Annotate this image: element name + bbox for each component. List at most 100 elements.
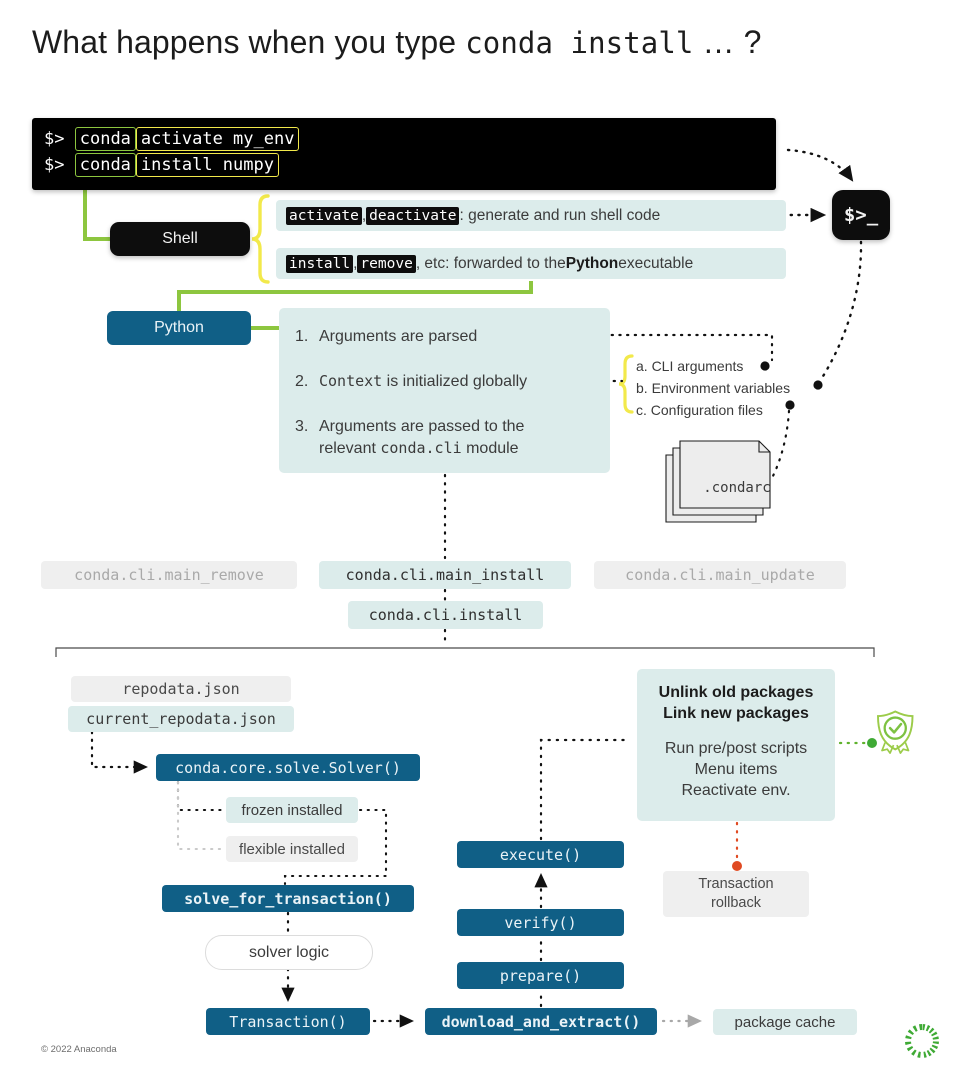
shield-dot: [867, 738, 877, 748]
download-and-extract-label: download_and_extract(): [441, 1012, 641, 1031]
python-step-1-number: 1.: [295, 328, 309, 345]
section-bracket: [55, 647, 875, 657]
repodata-json-label: repodata.json: [122, 680, 240, 698]
module-main-update: conda.cli.main_update: [594, 561, 846, 589]
repodata-json-box: repodata.json: [71, 676, 291, 702]
terminal-cmd-2: conda: [74, 153, 136, 177]
green-connector-python: [177, 281, 533, 311]
shield-check-icon: [877, 710, 914, 754]
module-cli-install: conda.cli.install: [348, 601, 543, 629]
context-sources-list: a. CLI arguments b. Environment variable…: [636, 356, 790, 422]
rollback-line-2: rollback: [711, 895, 761, 911]
verify-label: verify(): [504, 913, 577, 932]
link-sub-line-3: Reactivate env.: [681, 782, 791, 800]
python-step-2: 2. Context is initialized globally: [295, 371, 527, 393]
link-header-line-1: Unlink old packages: [658, 684, 814, 701]
shell-node-label: Shell: [162, 230, 198, 247]
current-repodata-json-label: current_repodata.json: [86, 710, 276, 728]
module-main-install-label: conda.cli.main_install: [345, 566, 545, 584]
link-header-line-2: Link new packages: [663, 705, 809, 723]
condarc-files: .condarc: [663, 440, 789, 530]
python-step-3-text-c: module: [461, 439, 519, 457]
shell-desc2-strong: Python: [565, 254, 619, 272]
rollback-dot: [732, 861, 742, 871]
module-main-install: conda.cli.main_install: [319, 561, 571, 589]
python-step-2-code: Context: [319, 372, 383, 390]
shell-prompt-icon: $>_: [832, 190, 890, 240]
shell-node: Shell: [110, 222, 250, 256]
solver-node: conda.core.solve.Solver(): [156, 754, 420, 781]
green-connector-shell: [83, 188, 110, 241]
link-panel-sub: Run pre/post scripts Menu items Reactiva…: [637, 738, 835, 801]
python-step-3-text-a: Arguments are passed to the: [319, 418, 525, 435]
python-step-1: 1. Arguments are parsed: [295, 326, 477, 348]
python-steps-panel: 1. Arguments are parsed 2. Context is init…: [279, 308, 610, 473]
terminal-prompt-1: $>: [44, 129, 65, 149]
page-title-suffix: … ?: [693, 24, 762, 60]
transaction-node: Transaction(): [206, 1008, 370, 1035]
module-main-remove-label: conda.cli.main_remove: [74, 566, 264, 584]
terminal-cmd-1: conda: [74, 127, 136, 151]
context-source-c: c. Configuration files: [636, 401, 763, 418]
yellow-brace-context: [618, 354, 634, 414]
dotted-solver-to-flexible: [176, 780, 226, 851]
bullet-env-variables: [813, 380, 823, 390]
solver-logic-label: solver logic: [248, 943, 330, 961]
yellow-brace-shell: [251, 194, 270, 284]
python-step-2-text: is initialized globally: [382, 373, 528, 390]
frozen-installed-label: frozen installed: [241, 801, 343, 819]
package-cache-label: package cache: [734, 1013, 836, 1031]
condarc-label: .condarc: [703, 480, 771, 496]
python-step-3-code: conda.cli: [380, 438, 462, 457]
terminal-prompt-2: $>: [44, 155, 65, 175]
dotted-terminal-to-prompt: [786, 148, 854, 182]
solver-logic-box: solver logic: [205, 935, 373, 970]
code-install: install: [286, 254, 354, 273]
flexible-installed-box: flexible installed: [226, 836, 358, 862]
shell-install-description: install, remove, etc: forwarded to the P…: [276, 248, 786, 279]
anaconda-logo: [904, 1023, 940, 1059]
solve-for-transaction-label: solve_for_transaction(): [184, 889, 392, 908]
current-repodata-json-box: current_repodata.json: [68, 706, 294, 732]
link-panel-header: Unlink old packages Link new packages: [637, 682, 835, 724]
shell-prompt-icon-label: $>_: [843, 204, 879, 226]
code-deactivate: deactivate: [366, 206, 460, 225]
terminal-line-2: $> conda install numpy: [44, 153, 279, 177]
page-title-prefix: What happens when you type: [32, 24, 466, 60]
module-main-update-label: conda.cli.main_update: [625, 566, 815, 584]
page-title-code: conda install: [465, 26, 694, 60]
link-sub-line-2: Menu items: [694, 761, 778, 779]
frozen-installed-box: frozen installed: [226, 797, 358, 823]
flexible-installed-label: flexible installed: [239, 840, 345, 858]
code-remove: remove: [357, 254, 416, 273]
dotted-repodata-to-solver: [90, 730, 148, 774]
shell-activate-description: activate, deactivate: generate and run s…: [276, 200, 786, 231]
terminal-line-1: $> conda activate my_env: [44, 127, 300, 151]
shell-desc1-tail: : generate and run shell code: [459, 206, 661, 224]
rollback-line-1: Transaction: [698, 876, 774, 893]
terminal-window: $> conda activate my_env $> conda install …: [32, 118, 776, 190]
transaction-rollback-box: Transaction rollback: [663, 871, 809, 917]
context-source-a: a. CLI arguments: [636, 358, 744, 374]
copyright-notice: © 2022 Anaconda: [41, 1044, 117, 1055]
python-step-3-number: 3.: [295, 418, 309, 435]
python-node-label: Python: [154, 319, 204, 336]
verify-node: verify(): [457, 909, 624, 936]
dotted-solver-to-frozen: [176, 780, 226, 812]
prepare-label: prepare(): [499, 966, 582, 985]
dotted-execute-to-linkpanel: [539, 738, 630, 841]
context-source-b: b. Environment variables: [636, 379, 791, 396]
code-activate: activate: [286, 206, 362, 225]
link-sub-line-1: Run pre/post scripts: [664, 740, 808, 758]
python-node: Python: [107, 311, 251, 345]
transaction-label: Transaction(): [229, 1012, 347, 1031]
page-title: What happens when you type conda install…: [32, 24, 932, 61]
transaction-rollback-inner: Transaction rollback: [663, 875, 809, 913]
python-step-3-text-b: relevant: [319, 439, 381, 457]
shell-desc2-mid: , etc: forwarded to the: [415, 254, 566, 272]
module-main-remove: conda.cli.main_remove: [41, 561, 297, 589]
package-cache-box: package cache: [713, 1009, 857, 1035]
python-step-1-text: Arguments are parsed: [319, 328, 478, 345]
prepare-node: prepare(): [457, 962, 624, 989]
execute-label: execute(): [499, 845, 582, 864]
